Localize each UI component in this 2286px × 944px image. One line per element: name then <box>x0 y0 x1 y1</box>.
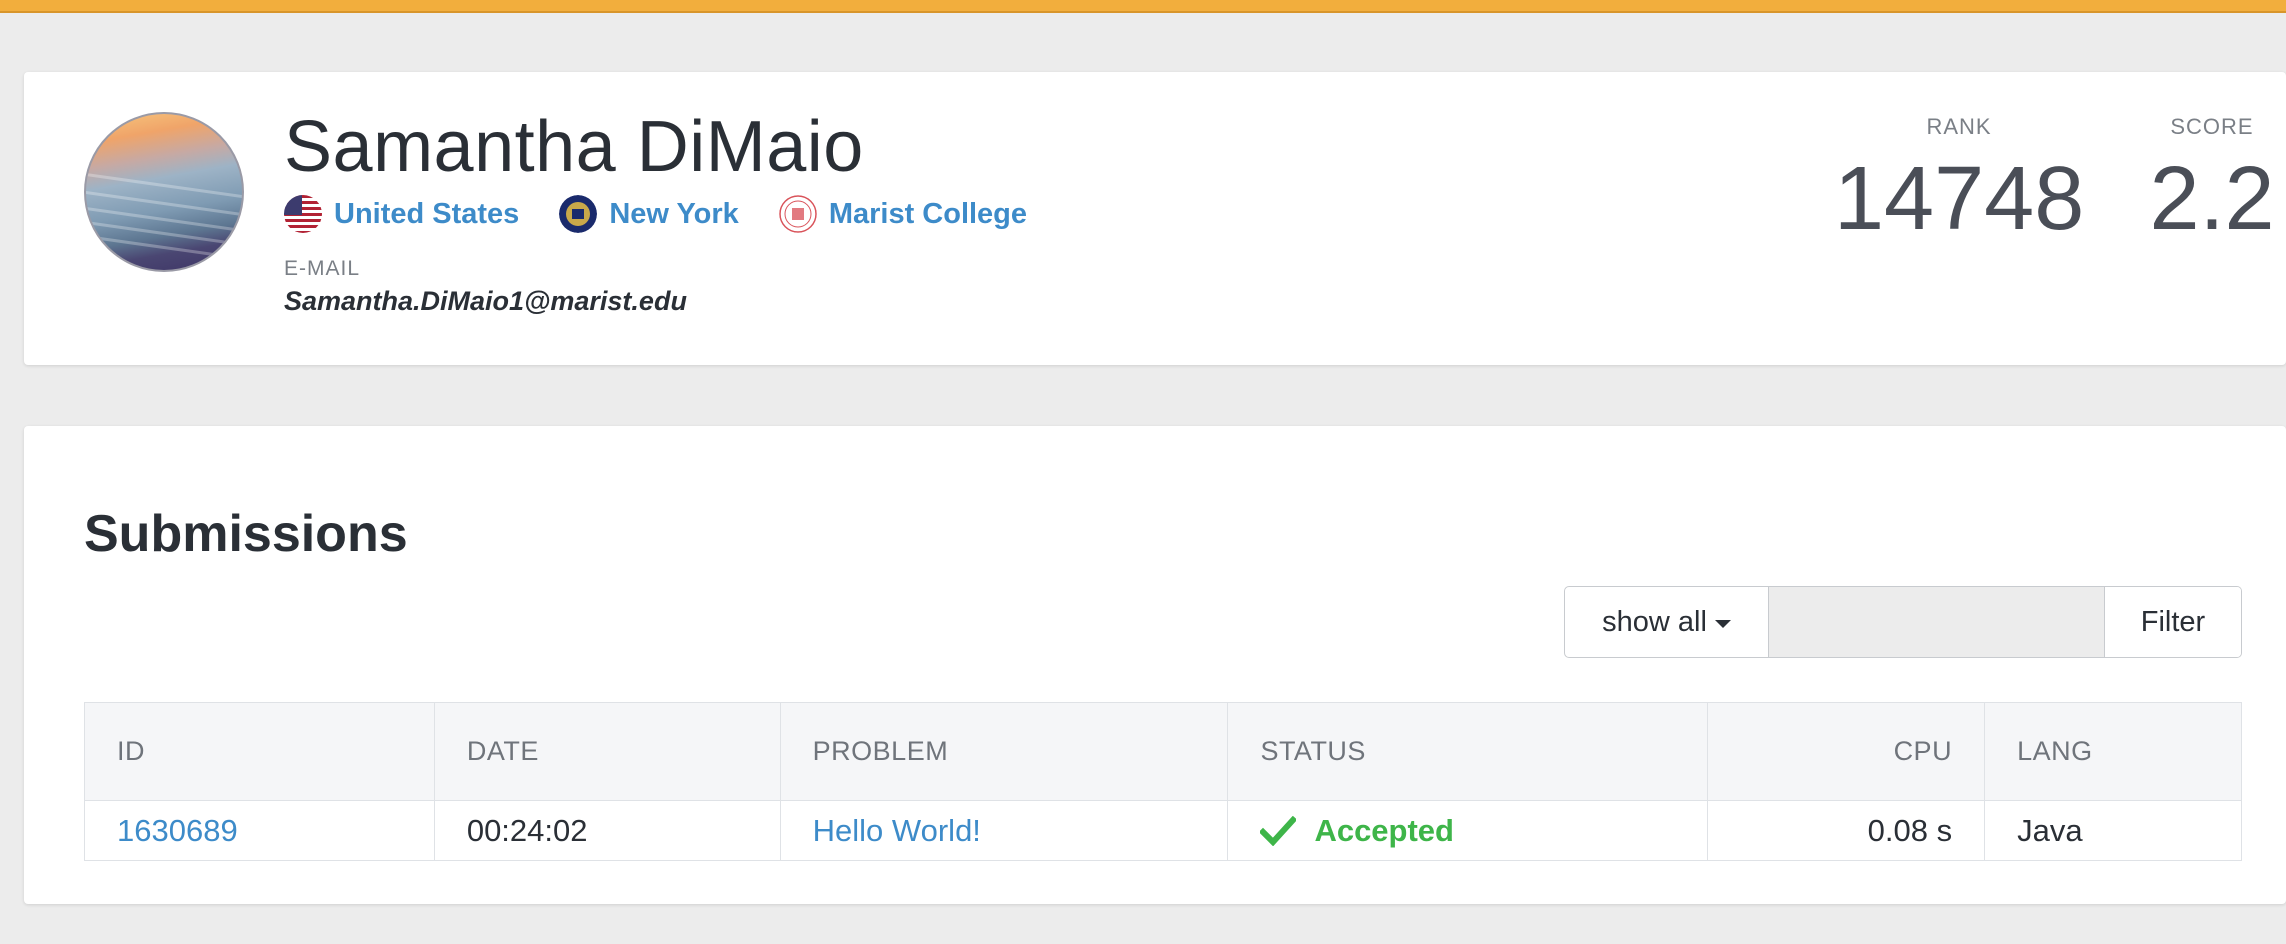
column-header-cpu[interactable]: CPU <box>1707 702 1986 801</box>
status-filter-label: show all <box>1602 605 1707 638</box>
column-header-status[interactable]: STATUS <box>1227 702 1709 801</box>
email-label: E-MAIL <box>284 257 361 280</box>
top-accent-bar <box>0 0 2286 13</box>
submissions-table: ID DATE PROBLEM STATUS CPU LANG 1630689 … <box>84 702 2242 861</box>
submission-id-link[interactable]: 1630689 <box>117 813 238 848</box>
filter-group: show all Filter <box>1564 586 2242 658</box>
school-item[interactable]: Marist College <box>779 195 1027 233</box>
new-york-seal-icon <box>559 195 598 233</box>
avatar <box>84 112 244 272</box>
column-header-problem[interactable]: PROBLEM <box>779 702 1229 801</box>
table-row: 1630689 00:24:02 Hello World! Accepted 0… <box>84 800 2242 861</box>
filter-input[interactable] <box>1769 587 2105 657</box>
rank-label: RANK <box>1926 114 1992 139</box>
table-header-row: ID DATE PROBLEM STATUS CPU LANG <box>84 702 2242 801</box>
submission-cpu: 0.08 s <box>1707 800 1986 861</box>
status-filter-dropdown[interactable]: show all <box>1565 587 1769 657</box>
country-link[interactable]: United States <box>334 198 519 231</box>
location-row: United States New York Marist College <box>284 192 1067 236</box>
column-header-lang[interactable]: LANG <box>1984 702 2242 801</box>
filter-button[interactable]: Filter <box>2105 587 2241 657</box>
caret-down-icon <box>1714 620 1731 628</box>
problem-link[interactable]: Hello World! <box>813 813 981 848</box>
region-link[interactable]: New York <box>609 198 738 231</box>
score-stat: SCORE 2.2 <box>2132 114 2286 244</box>
status-badge: Accepted <box>1260 813 1707 849</box>
email-value: Samantha.DiMaio1@marist.edu <box>284 286 687 316</box>
submissions-card: Submissions show all Filter ID DATE PROB… <box>24 426 2286 904</box>
score-value: 2.2 <box>2149 149 2275 249</box>
country-item[interactable]: United States <box>284 195 519 233</box>
column-header-id[interactable]: ID <box>84 702 435 801</box>
school-link[interactable]: Marist College <box>829 198 1027 231</box>
submission-date: 00:24:02 <box>433 800 781 861</box>
profile-name: Samantha DiMaio <box>284 107 864 187</box>
rank-stat: RANK 14748 <box>1834 114 2084 244</box>
status-label: Accepted <box>1314 812 1454 848</box>
college-seal-icon <box>779 195 817 233</box>
column-header-date[interactable]: DATE <box>433 702 781 801</box>
us-flag-icon <box>284 195 322 233</box>
rank-value: 14748 <box>1834 149 2085 249</box>
submission-lang: Java <box>1984 800 2242 861</box>
score-label: SCORE <box>2170 114 2254 139</box>
submissions-title: Submissions <box>84 505 408 563</box>
profile-card: Samantha DiMaio United States New York M… <box>24 72 2286 365</box>
region-item[interactable]: New York <box>559 195 739 233</box>
checkmark-icon <box>1260 815 1297 846</box>
